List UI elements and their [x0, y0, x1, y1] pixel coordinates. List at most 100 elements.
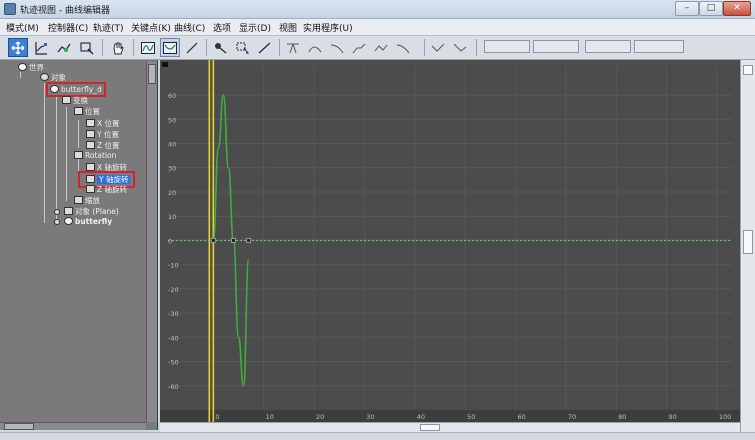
- graph-hscroll-thumb[interactable]: [420, 424, 440, 431]
- move-keys-icon[interactable]: [8, 38, 28, 57]
- zoom-icon[interactable]: [160, 38, 180, 57]
- tree-node-transform[interactable]: 变换: [62, 95, 88, 106]
- graph-horizontal-scrollbar[interactable]: [160, 422, 740, 432]
- objects-icon: [40, 73, 49, 81]
- track-icon: [86, 185, 95, 193]
- tree-node-x-position[interactable]: X 位置: [86, 118, 120, 129]
- globe-icon: [18, 63, 27, 71]
- x-tick-label: 30: [366, 413, 374, 421]
- toolbar-field[interactable]: [484, 40, 530, 53]
- x-tick-label: 40: [417, 413, 425, 421]
- object-icon: [64, 217, 73, 225]
- curve-graph-canvas[interactable]: 6050403020100-10-20-30-40-50-600 10 20 30 40…: [160, 60, 740, 432]
- y-tick-label: -20: [168, 286, 179, 294]
- menu-mode[interactable]: 模式(M): [6, 21, 39, 34]
- key-marker: [210, 237, 216, 243]
- tangent-linear-icon[interactable]: [349, 38, 369, 57]
- tangent-auto-icon[interactable]: [233, 38, 253, 57]
- menu-view[interactable]: 视图: [279, 21, 297, 34]
- tangent-slow-icon[interactable]: [305, 38, 325, 57]
- key-marker: [230, 237, 236, 243]
- curve-graph[interactable]: 60 50 40 30 20 10 0 -10 -20 -30 -40 -50 -60 0 10 20 30 40…: [160, 60, 740, 432]
- toolbar-separator: [424, 39, 425, 56]
- tree-node-position[interactable]: 位置: [74, 106, 100, 117]
- track-icon: [86, 175, 95, 183]
- tree-node-z-position[interactable]: Z 位置: [86, 140, 120, 151]
- toolbar-separator: [279, 39, 280, 56]
- y-tick-label: 20: [168, 189, 176, 197]
- tree-node-z-rotation[interactable]: Z 轴旋转: [86, 184, 127, 195]
- tree-hscroll-thumb[interactable]: [4, 423, 34, 430]
- tree-node-y-position[interactable]: Y 位置: [86, 129, 119, 140]
- toolbar-field[interactable]: [585, 40, 631, 53]
- toolbar-field[interactable]: [634, 40, 684, 53]
- status-bar: [0, 432, 755, 440]
- transform-icon: [62, 96, 71, 104]
- y-tick-label: -60: [168, 383, 179, 391]
- add-keys-icon[interactable]: [77, 38, 97, 57]
- track-icon: [86, 130, 95, 138]
- menu-controller[interactable]: 控制器(C): [48, 21, 88, 34]
- track-icon: [86, 141, 95, 149]
- close-button[interactable]: ✕: [723, 1, 751, 16]
- curve-out-icon[interactable]: [428, 38, 448, 57]
- track-icon: [86, 163, 95, 171]
- slide-keys-icon[interactable]: [31, 38, 51, 57]
- y-tick-label: 10: [168, 213, 176, 221]
- y-tick-label: 60: [168, 92, 176, 100]
- curve-in-icon[interactable]: [450, 38, 470, 57]
- toolbar-field[interactable]: [533, 40, 579, 53]
- graph-vertical-scrollbar[interactable]: [740, 60, 755, 432]
- tree-scroll-thumb[interactable]: [148, 64, 156, 84]
- tangent-step-icon[interactable]: [327, 38, 347, 57]
- menu-curves[interactable]: 曲线(C): [174, 21, 205, 34]
- x-tick-label: 70: [568, 413, 576, 421]
- track-key-icon: [162, 62, 168, 67]
- x-tick-label: 10: [266, 413, 274, 421]
- key-tangent-icon[interactable]: [211, 38, 231, 57]
- menu-tracks[interactable]: 轨迹(T): [93, 21, 124, 34]
- tangent-custom-icon[interactable]: [255, 38, 275, 57]
- tree-line: [78, 120, 79, 148]
- menu-utilities[interactable]: 实用程序(U): [303, 21, 353, 34]
- controller-tree-panel: 世界 对象 butterfly_d 变换 位置 X 位置 Y 位置 Z 位置 R…: [0, 60, 158, 430]
- maximize-button[interactable]: □: [699, 1, 723, 16]
- tree-node-rotation[interactable]: Rotation: [74, 151, 116, 160]
- object-icon: [50, 85, 59, 93]
- tree-vertical-scrollbar[interactable]: [146, 62, 157, 422]
- menu-keys[interactable]: 关键点(K): [131, 21, 171, 34]
- x-tick-label: 100: [719, 413, 731, 421]
- expand-icon: [54, 219, 60, 225]
- tree-node-butterfly[interactable]: butterfly: [54, 217, 112, 226]
- x-tick-label: 80: [618, 413, 626, 421]
- key-marker: [246, 237, 252, 243]
- toolbar-separator: [206, 39, 207, 56]
- y-tick-label: 40: [168, 141, 176, 149]
- pan-icon[interactable]: [108, 38, 128, 57]
- fit-icon[interactable]: [138, 38, 158, 57]
- frame-icon[interactable]: [182, 38, 202, 57]
- x-tick-label: 60: [517, 413, 525, 421]
- tree-node-object-plane[interactable]: 对象 (Plane): [54, 206, 119, 217]
- graph-scroll-thumb[interactable]: [743, 230, 753, 254]
- tangent-spline-icon[interactable]: [393, 38, 413, 57]
- toolbar-separator: [102, 39, 103, 56]
- app-icon: [4, 3, 16, 15]
- title-bar: 轨迹视图 - 曲线编辑器 – □ ✕: [0, 0, 755, 19]
- menu-options[interactable]: 选项: [213, 21, 231, 34]
- tree-line: [56, 95, 57, 223]
- tree-node-scale[interactable]: 缩放: [74, 195, 100, 206]
- scroll-up-button[interactable]: [743, 65, 753, 75]
- tangent-smooth-icon[interactable]: [371, 38, 391, 57]
- toolbar: [0, 36, 755, 60]
- y-tick-label: -10: [168, 262, 179, 270]
- y-tick-label: -30: [168, 310, 179, 318]
- tree-line: [44, 83, 45, 223]
- minimize-button[interactable]: –: [675, 1, 699, 16]
- scale-icon: [74, 196, 83, 204]
- menu-bar: 模式(M) 控制器(C) 轨迹(T) 关键点(K) 曲线(C) 选项 显示(D)…: [0, 19, 755, 36]
- tree-horizontal-scrollbar[interactable]: [0, 422, 146, 430]
- menu-display[interactable]: 显示(D): [239, 21, 271, 34]
- scale-values-icon[interactable]: [54, 38, 74, 57]
- tangent-fast-icon[interactable]: [283, 38, 303, 57]
